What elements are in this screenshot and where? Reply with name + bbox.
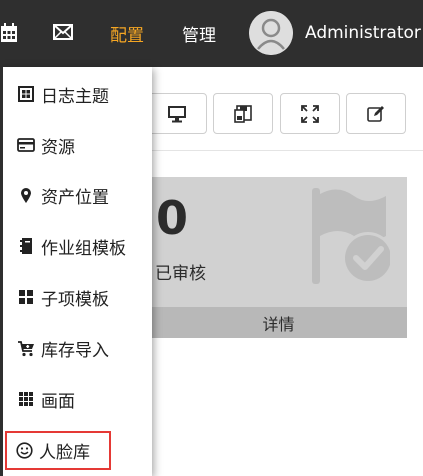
nav-manage-label: 管理 xyxy=(182,26,216,46)
monitor-icon xyxy=(168,105,186,122)
top-nav-bar: 配置 管理 Administrator xyxy=(0,0,423,67)
th-icon xyxy=(17,390,35,408)
audited-stat-card: 0 已审核 详情 xyxy=(150,177,407,338)
menu-item-face-library[interactable]: 人脸库 xyxy=(5,431,111,470)
grid-box-icon xyxy=(17,85,35,103)
cart-plus-icon xyxy=(17,339,35,357)
nav-config-label: 配置 xyxy=(110,26,144,46)
edit-icon xyxy=(367,105,384,122)
menu-item-label: 作业组模板 xyxy=(41,238,126,259)
stat-value: 0 xyxy=(156,191,189,245)
menu-item-label: 画面 xyxy=(41,391,75,412)
menu-item-job-group-template[interactable]: 作业组模板 xyxy=(3,226,152,266)
menu-item-label: 日志主题 xyxy=(41,86,109,107)
save-button[interactable] xyxy=(213,93,273,134)
credit-card-icon xyxy=(17,136,35,154)
th-large-icon xyxy=(17,288,35,306)
fullscreen-icon xyxy=(301,104,319,123)
mail-icon[interactable] xyxy=(53,24,73,44)
menu-item-inventory-import[interactable]: 库存导入 xyxy=(3,328,152,368)
config-dropdown-menu: 日志主题 资源 资产位置 作业组模板 子项模板 库存导入 画面 人脸库 xyxy=(0,67,152,476)
menu-item-resources[interactable]: 资源 xyxy=(3,125,152,165)
menu-item-label: 人脸库 xyxy=(39,443,90,463)
flag-check-icon xyxy=(308,186,394,290)
avatar xyxy=(249,11,293,55)
nav-manage[interactable]: 管理 xyxy=(182,0,216,67)
menu-item-subitem-template[interactable]: 子项模板 xyxy=(3,277,152,317)
smile-icon xyxy=(15,442,33,460)
menu-item-label: 资源 xyxy=(41,137,75,158)
details-link[interactable]: 详情 xyxy=(150,307,407,338)
edit-button[interactable] xyxy=(346,93,406,134)
menu-item-label: 子项模板 xyxy=(41,289,109,310)
stat-label: 已审核 xyxy=(155,264,206,284)
map-marker-icon xyxy=(17,186,35,204)
fullscreen-button[interactable] xyxy=(280,93,340,134)
menu-item-screen[interactable]: 画面 xyxy=(3,379,152,419)
monitor-button[interactable] xyxy=(147,93,207,134)
menu-item-label: 库存导入 xyxy=(41,340,109,361)
user-menu[interactable]: Administrator xyxy=(249,11,421,55)
menu-item-label: 资产位置 xyxy=(41,187,109,208)
details-label: 详情 xyxy=(262,314,295,334)
menu-item-log-theme[interactable]: 日志主题 xyxy=(3,74,152,114)
save-icon xyxy=(234,104,252,123)
book-icon xyxy=(17,237,35,255)
user-name: Administrator xyxy=(305,23,421,43)
nav-config[interactable]: 配置 xyxy=(110,0,144,67)
menu-item-asset-location[interactable]: 资产位置 xyxy=(3,175,152,215)
calendar-icon[interactable] xyxy=(0,23,18,47)
